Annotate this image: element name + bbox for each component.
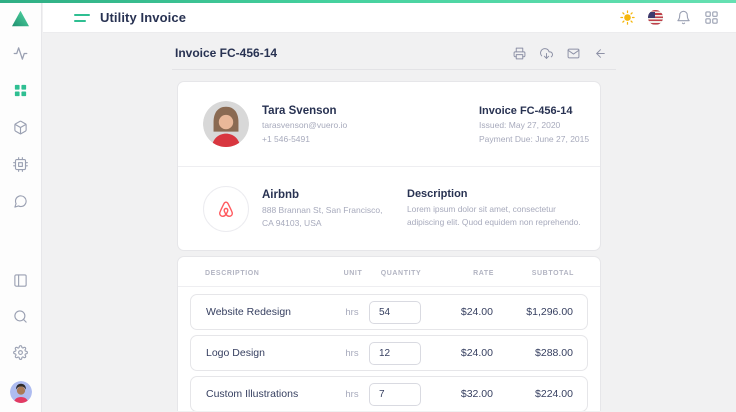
search-icon[interactable] bbox=[13, 309, 28, 324]
cpu-icon[interactable] bbox=[13, 157, 28, 172]
invoice-items-card: DESCRIPTION UNIT QUANTITY RATE SUBTOTAL … bbox=[177, 256, 601, 411]
invoice-actions bbox=[513, 47, 607, 60]
gear-icon[interactable] bbox=[13, 345, 28, 360]
top-navbar: Utility Invoice bbox=[43, 3, 736, 33]
cloud-download-icon[interactable] bbox=[540, 47, 553, 60]
invoice-parties-card: Tara Svenson tarasvenson@vuero.io +1 546… bbox=[177, 81, 601, 251]
row-subtotal: $224.00 bbox=[493, 388, 573, 400]
column-header-quantity: QUANTITY bbox=[370, 270, 432, 277]
invoice-due-date: Payment Due: June 27, 2015 bbox=[479, 134, 585, 144]
client-name: Tara Svenson bbox=[262, 105, 347, 117]
company-address-line1: 888 Brannan St, San Francisco, bbox=[262, 205, 383, 215]
table-rows: Website Redesign hrs $24.00 $1,296.00 Lo… bbox=[178, 287, 600, 411]
topbar-actions bbox=[620, 10, 719, 25]
sun-icon[interactable] bbox=[620, 10, 635, 25]
sidebar-nav-bottom bbox=[10, 273, 32, 412]
chat-bubble-icon[interactable] bbox=[13, 194, 28, 209]
row-description: Logo Design bbox=[206, 347, 335, 359]
company-name: Airbnb bbox=[262, 189, 383, 201]
sidebar bbox=[0, 3, 42, 412]
client-section: Tara Svenson tarasvenson@vuero.io +1 546… bbox=[178, 82, 600, 166]
main-area: Utility Invoice Invoice FC-456-14 bbox=[43, 3, 736, 412]
client-avatar-image bbox=[203, 101, 249, 147]
page-title: Utility Invoice bbox=[100, 10, 186, 25]
sidebar-nav-top bbox=[13, 33, 28, 209]
row-description: Custom Illustrations bbox=[206, 388, 335, 400]
airbnb-icon bbox=[214, 197, 238, 221]
client-email: tarasvenson@vuero.io bbox=[262, 120, 347, 130]
bell-icon[interactable] bbox=[676, 10, 691, 25]
row-subtotal: $288.00 bbox=[493, 347, 573, 359]
printer-icon[interactable] bbox=[513, 47, 526, 60]
row-description: Website Redesign bbox=[206, 306, 335, 318]
column-header-rate: RATE bbox=[432, 270, 494, 277]
quantity-input[interactable] bbox=[369, 342, 421, 365]
table-row: Custom Illustrations hrs $32.00 $224.00 bbox=[190, 376, 588, 411]
row-unit: hrs bbox=[335, 348, 369, 359]
invoice-content: Invoice FC-456-14 bbox=[160, 33, 616, 411]
table-row: Website Redesign hrs $24.00 $1,296.00 bbox=[190, 294, 588, 330]
row-unit: hrs bbox=[335, 389, 369, 400]
triangle-logo-icon bbox=[11, 10, 30, 27]
column-header-unit: UNIT bbox=[336, 270, 370, 277]
menu-toggle-icon[interactable] bbox=[74, 12, 90, 24]
apps-grid-icon[interactable] bbox=[704, 10, 719, 25]
description-text: Lorem ipsum dolor sit amet, consectetur … bbox=[407, 203, 585, 229]
us-flag-icon[interactable] bbox=[648, 10, 663, 25]
company-info: Airbnb 888 Brannan St, San Francisco, CA… bbox=[262, 189, 383, 228]
activity-icon[interactable] bbox=[13, 46, 28, 61]
app-window: Utility Invoice Invoice FC-456-14 bbox=[0, 0, 736, 412]
invoice-number: Invoice FC-456-14 bbox=[479, 105, 585, 117]
invoice-title: Invoice FC-456-14 bbox=[175, 46, 277, 60]
table-header: DESCRIPTION UNIT QUANTITY RATE SUBTOTAL bbox=[178, 257, 600, 286]
mail-icon[interactable] bbox=[567, 47, 580, 60]
row-rate: $24.00 bbox=[431, 306, 493, 318]
row-rate: $24.00 bbox=[431, 347, 493, 359]
sidebar-panel-icon[interactable] bbox=[13, 273, 28, 288]
column-header-description: DESCRIPTION bbox=[205, 270, 336, 277]
quantity-input[interactable] bbox=[369, 383, 421, 406]
invoice-meta: Invoice FC-456-14 Issued: May 27, 2020 P… bbox=[479, 105, 585, 144]
client-avatar bbox=[203, 101, 249, 147]
row-rate: $32.00 bbox=[431, 388, 493, 400]
dashboard-grid-icon[interactable] bbox=[13, 83, 28, 98]
client-phone: +1 546-5491 bbox=[262, 134, 347, 144]
invoice-description: Description Lorem ipsum dolor sit amet, … bbox=[407, 188, 585, 229]
invoice-toolbar: Invoice FC-456-14 bbox=[160, 33, 616, 69]
description-title: Description bbox=[407, 188, 585, 200]
toolbar-divider bbox=[172, 69, 616, 70]
client-info: Tara Svenson tarasvenson@vuero.io +1 546… bbox=[262, 105, 347, 144]
top-accent-bar bbox=[0, 0, 736, 3]
arrow-left-icon[interactable] bbox=[594, 47, 607, 60]
user-avatar[interactable] bbox=[10, 381, 32, 403]
box-icon[interactable] bbox=[13, 120, 28, 135]
column-header-subtotal: SUBTOTAL bbox=[494, 270, 574, 277]
app-logo[interactable] bbox=[0, 3, 41, 33]
company-logo bbox=[203, 186, 249, 232]
user-avatar-image bbox=[10, 381, 32, 403]
company-section: Airbnb 888 Brannan St, San Francisco, CA… bbox=[178, 166, 600, 250]
quantity-input[interactable] bbox=[369, 301, 421, 324]
table-row: Logo Design hrs $24.00 $288.00 bbox=[190, 335, 588, 371]
company-address-line2: CA 94103, USA bbox=[262, 218, 383, 228]
page-body: Invoice FC-456-14 bbox=[43, 33, 736, 411]
row-unit: hrs bbox=[335, 307, 369, 318]
row-subtotal: $1,296.00 bbox=[493, 306, 573, 318]
invoice-issued-date: Issued: May 27, 2020 bbox=[479, 120, 585, 130]
